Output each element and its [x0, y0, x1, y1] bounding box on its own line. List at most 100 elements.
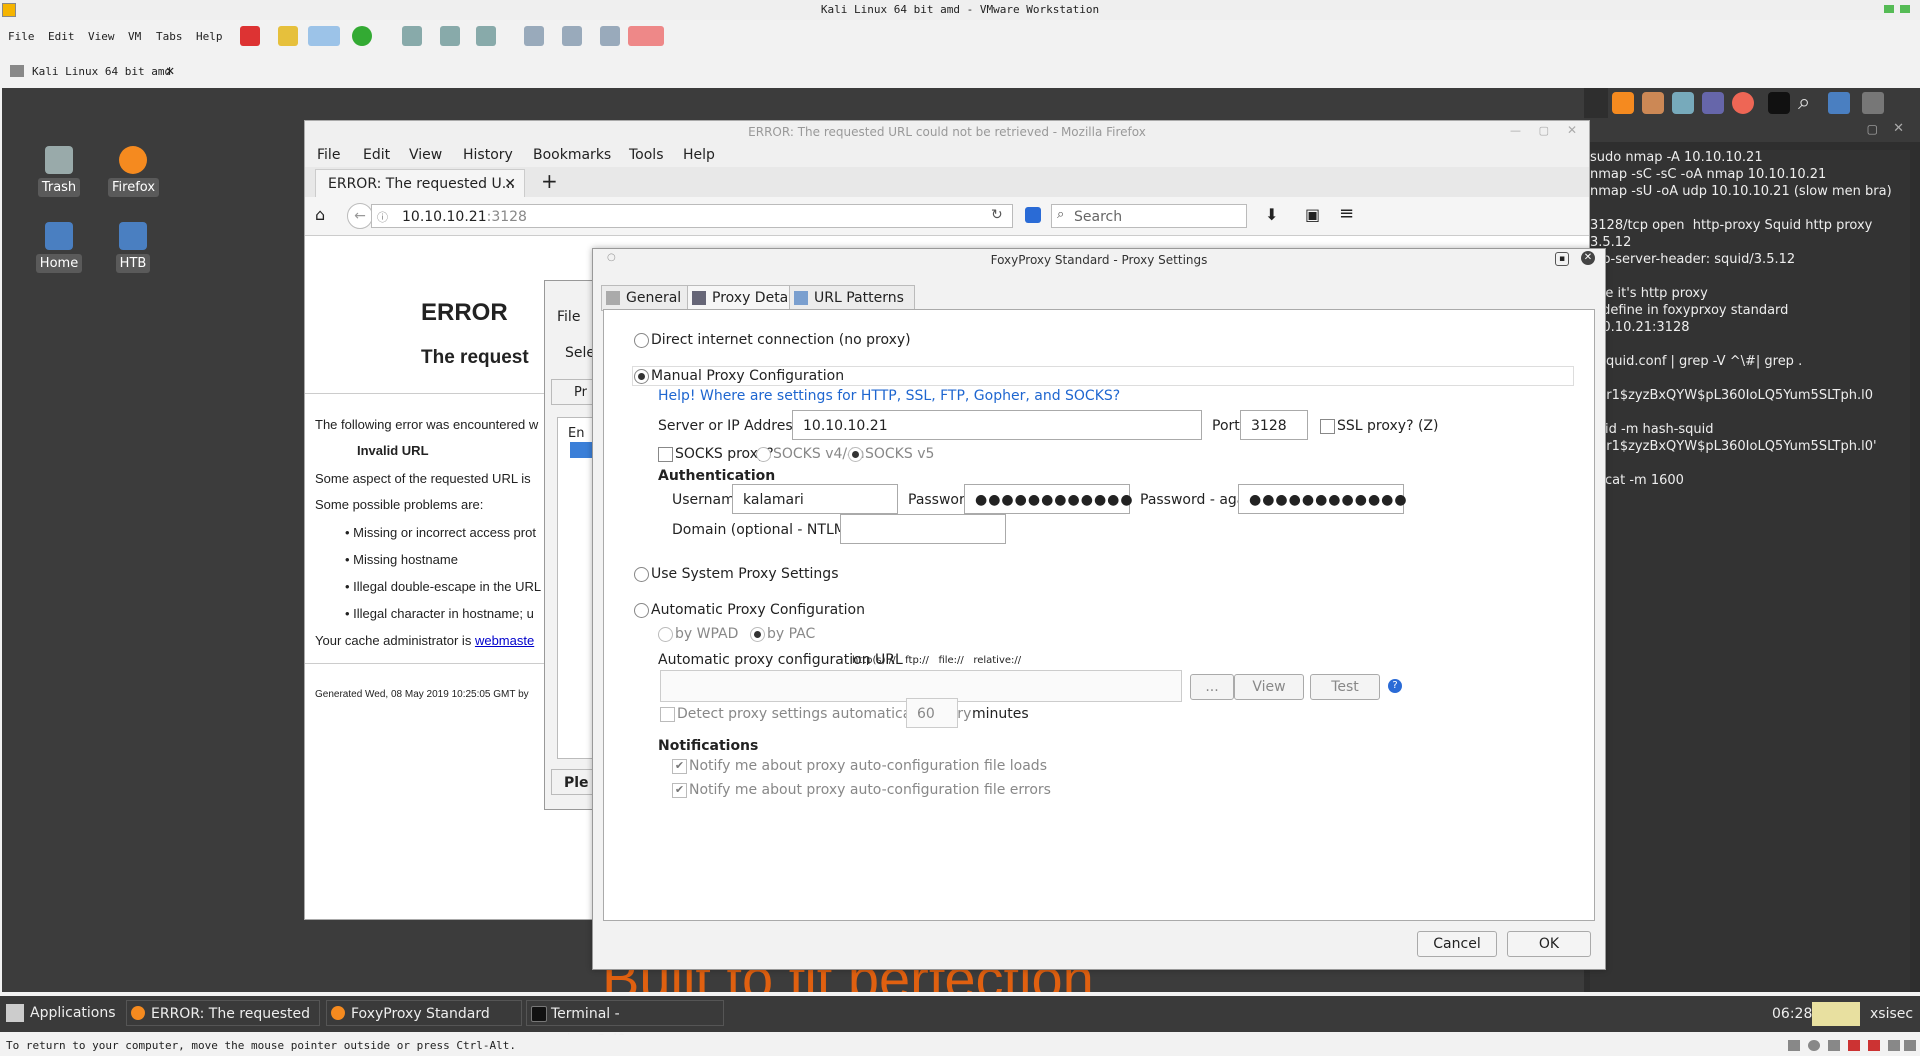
network-icon[interactable] [1828, 1040, 1840, 1051]
desktop-icon-firefox[interactable]: Firefox [108, 146, 160, 197]
username-input[interactable]: kalamari [732, 484, 898, 514]
burp-launcher-icon[interactable] [1642, 92, 1664, 114]
close-icon[interactable]: ✕ [1893, 121, 1904, 136]
hard-disk-icon[interactable] [1788, 1040, 1800, 1051]
clock[interactable]: 06:28 [1772, 1006, 1812, 1022]
taskbar-item-foxyproxy[interactable]: FoxyProxy Standard [326, 1000, 522, 1026]
wpad-radio[interactable] [658, 626, 673, 642]
zap-launcher-icon[interactable] [1672, 92, 1694, 114]
manual-config-option[interactable]: Manual Proxy Configuration [634, 368, 844, 384]
notify-errors-option[interactable]: ✔ Notify me about proxy auto-configuratio… [672, 782, 1051, 798]
test-button[interactable]: Test [1310, 674, 1380, 700]
system-proxy-option[interactable]: Use System Proxy Settings [634, 566, 838, 582]
suspend-icon[interactable] [278, 26, 298, 46]
notify-loads-option[interactable]: ✔ Notify me about proxy auto-configuratio… [672, 758, 1047, 774]
home-icon[interactable]: ⌂ [315, 205, 325, 224]
cd-icon[interactable] [1808, 1040, 1820, 1051]
auto-radio[interactable] [634, 602, 649, 618]
ff-menu-history[interactable]: History [463, 147, 513, 163]
ff-menu-view[interactable]: View [409, 147, 442, 163]
show-library-icon[interactable] [524, 26, 544, 46]
manual-radio[interactable] [634, 368, 649, 384]
help-link[interactable]: Help! Where are settings for HTTP, SSL, … [658, 388, 1120, 404]
detect-checkbox[interactable] [660, 706, 675, 722]
socks-checkbox[interactable] [658, 446, 673, 462]
desktop-icon-htb[interactable]: HTB [108, 222, 158, 273]
minimize-icon[interactable]: — [1510, 124, 1521, 137]
minimize-icon[interactable] [1884, 5, 1894, 13]
file-manager-icon[interactable] [1828, 92, 1850, 114]
detect-interval-input[interactable]: 60 [906, 698, 958, 728]
auto-config-option[interactable]: Automatic Proxy Configuration [634, 602, 865, 618]
server-input[interactable]: 10.10.10.21 [792, 410, 1202, 440]
thumbnail-bar-icon[interactable] [562, 26, 582, 46]
webmaster-link[interactable]: webmaste [475, 633, 534, 648]
back-icon[interactable]: ← [347, 203, 373, 229]
system-radio[interactable] [634, 566, 649, 582]
notify-loads-checkbox[interactable]: ✔ [672, 758, 687, 774]
url-bar[interactable]: 10.10.10.21:3128 [371, 204, 1013, 228]
ff-menu-edit[interactable]: Edit [363, 147, 390, 163]
sound-icon[interactable] [1868, 1040, 1880, 1051]
direct-radio[interactable] [634, 332, 649, 348]
close-icon[interactable]: ✕ [1567, 123, 1577, 137]
desktop-icon-home[interactable]: Home [34, 222, 84, 273]
foxyproxy-icon[interactable] [1025, 207, 1041, 223]
play-icon[interactable] [308, 26, 340, 46]
window-menu-icon[interactable]: ○ [607, 252, 616, 263]
search-field[interactable]: Search [1051, 204, 1247, 228]
workspace-switcher-icon[interactable] [1812, 1002, 1860, 1026]
new-tab-icon[interactable]: + [541, 169, 558, 193]
domain-input[interactable] [840, 514, 1006, 544]
by-wpad-option[interactable]: by WPAD [658, 626, 738, 642]
menu-icon[interactable]: ≡ [1339, 203, 1354, 224]
usb-icon[interactable] [1848, 1040, 1860, 1051]
close-icon[interactable]: ✕ [1581, 251, 1595, 265]
close-icon[interactable]: ✕ [166, 63, 174, 79]
applications-menu[interactable]: Applications [4, 1000, 116, 1026]
ssl-checkbox[interactable] [1320, 418, 1335, 434]
view-button[interactable]: View [1234, 674, 1304, 700]
ff-menu-file[interactable]: File [317, 147, 340, 163]
taskbar-item-terminal[interactable]: Terminal - xsisec@d0m:... [526, 1000, 724, 1048]
info-icon[interactable]: ⓘ [377, 209, 388, 225]
terminal-launcher-icon[interactable] [1768, 92, 1790, 114]
user-name[interactable]: xsisec [1870, 1006, 1913, 1022]
by-pac-option[interactable]: by PAC [750, 626, 815, 642]
ok-button[interactable]: OK [1507, 931, 1591, 957]
options-menu-file[interactable]: File [557, 309, 580, 325]
maximize-icon[interactable]: ▢ [1539, 124, 1549, 137]
firefox-launcher-icon[interactable] [1612, 92, 1634, 114]
vm-tab-label[interactable]: Kali Linux 64 bit amd [32, 65, 171, 78]
maximize-icon[interactable]: ▪ [1555, 252, 1569, 266]
tab-url-patterns[interactable]: URL Patterns [789, 285, 915, 311]
search-icon[interactable]: ⌕ [1798, 90, 1810, 115]
full-screen-icon[interactable] [628, 26, 664, 46]
reload-icon[interactable]: ↻ [991, 207, 1003, 223]
browse-button[interactable]: ... [1190, 674, 1234, 700]
maximize-icon[interactable] [1900, 5, 1910, 13]
cancel-button[interactable]: Cancel [1417, 931, 1497, 957]
socks-v5-option[interactable]: SOCKS v5 [848, 446, 934, 462]
ssl-proxy-option[interactable]: SSL proxy? (Z) [1320, 418, 1438, 434]
settings-icon[interactable] [1862, 92, 1884, 114]
fit-guest-icon[interactable] [600, 26, 620, 46]
app-launcher-icon[interactable] [1702, 92, 1724, 114]
downloads-icon[interactable]: ⬇ [1265, 205, 1278, 224]
port-input[interactable]: 3128 [1240, 410, 1308, 440]
pac-radio[interactable] [750, 626, 765, 642]
socks-v5-radio[interactable] [848, 446, 863, 462]
vm-menu-vm[interactable]: VM [128, 30, 141, 43]
vm-menu-help[interactable]: Help [196, 30, 223, 43]
notify-errors-checkbox[interactable]: ✔ [672, 782, 687, 798]
reset-icon[interactable] [352, 26, 372, 46]
firefox-tab[interactable]: ERROR: The requested U... ✕ [315, 169, 525, 197]
maximize-icon[interactable]: ▢ [1867, 122, 1878, 136]
ff-menu-help[interactable]: Help [683, 147, 715, 163]
snapshot-icon[interactable] [402, 26, 422, 46]
vm-menu-view[interactable]: View [88, 30, 115, 43]
terminal-output[interactable]: sudo nmap -A 10.10.10.21 nmap -sC -sC -oA… [1590, 150, 1910, 992]
display-icon[interactable] [1904, 1040, 1916, 1051]
power-off-icon[interactable] [240, 26, 260, 46]
desktop-icon-trash[interactable]: Trash [34, 146, 84, 197]
